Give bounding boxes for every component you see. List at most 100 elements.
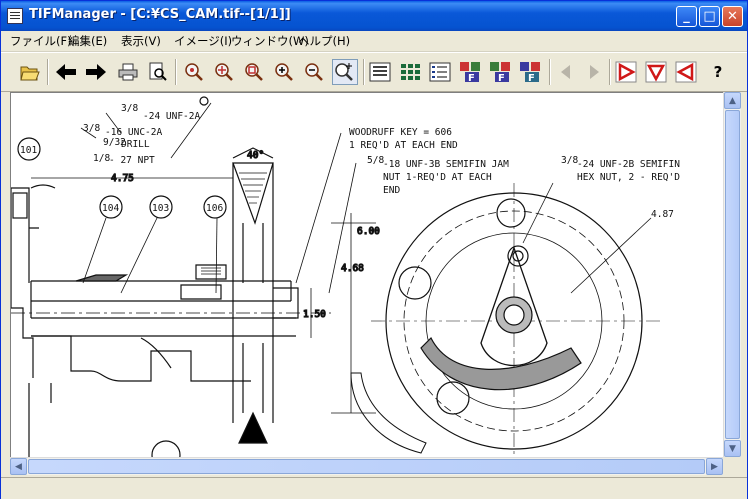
zoom-out-button[interactable] (301, 59, 327, 85)
zoom-in-icon (275, 63, 293, 81)
list-icon (429, 62, 451, 82)
woodruff-line-1: WOODRUFF KEY = 606 (349, 127, 452, 138)
file-blue-button[interactable]: F (517, 59, 543, 85)
npt-frac: 1/8 (93, 153, 110, 164)
next-button[interactable] (83, 59, 109, 85)
page-previous-button[interactable] (553, 59, 579, 85)
print-preview-icon (149, 62, 167, 81)
triangle-left-icon (561, 65, 570, 79)
close-button[interactable]: ✕ (722, 6, 743, 27)
image-canvas[interactable]: 40° 4.75 6.00 4.68 1.50 3/8 -24 UNF-2A 3… (10, 92, 724, 458)
vertical-scrollbar[interactable]: ▲ ▼ (723, 92, 741, 457)
file-green-icon: F (490, 62, 510, 83)
open-file-button[interactable] (17, 59, 43, 85)
maximize-button[interactable]: □ (699, 6, 720, 27)
rotate-left-icon (675, 61, 697, 83)
dim-468-label: 4.68 (341, 263, 364, 274)
balloon-104-label: 104 (102, 203, 119, 214)
zoom-crosshair-button[interactable] (211, 59, 237, 85)
arrow-left-icon (56, 64, 76, 80)
print-button[interactable] (115, 59, 141, 85)
zoom-in-button[interactable] (271, 59, 297, 85)
status-bar (1, 477, 747, 499)
window-title: TIFManager - [C:¥CS_CAM.tif--[1/1]] (29, 7, 291, 22)
maximize-icon: □ (703, 9, 716, 24)
rotate-right-icon (615, 61, 637, 83)
dim-487-label: 4.87 (651, 209, 674, 220)
menu-view[interactable]: 表示(V) (118, 33, 164, 49)
menu-edit[interactable]: 編集(E) (65, 33, 110, 49)
app-window: TIFManager - [C:¥CS_CAM.tif--[1/1]] _ □ … (0, 0, 748, 499)
minimize-button[interactable]: _ (676, 6, 697, 27)
balloon-106-label: 106 (206, 203, 223, 214)
toolbar: F F F ? (1, 52, 747, 92)
zoom-fit-button[interactable] (181, 59, 207, 85)
file-red-icon: F (460, 62, 480, 83)
menu-image[interactable]: イメージ(I) (171, 33, 235, 49)
cad-drawing: 40° 4.75 6.00 4.68 1.50 3/8 -24 UNF-2A 3… (11, 96, 680, 458)
flip-vertical-icon (645, 61, 667, 83)
svg-text:F: F (498, 73, 505, 83)
thread-frac-1: 3/8 (121, 103, 138, 114)
menu-bar: ファイル(F) 編集(E) 表示(V) イメージ(I) ウィンドウ(W) ヘルプ… (1, 31, 747, 52)
zoom-icon (185, 63, 203, 81)
zoom-tool-button[interactable] (332, 59, 358, 85)
scroll-left-arrow-icon[interactable]: ◀ (10, 458, 27, 475)
zoom-out-icon (305, 63, 323, 81)
previous-button[interactable] (53, 59, 79, 85)
zoom-area-icon (245, 63, 263, 81)
drill-label: DRILL (121, 139, 150, 150)
dim-475-label: 4.75 (111, 173, 134, 184)
dim-40-label: 40° (247, 150, 264, 161)
nut-line-2: NUT 1-REQ'D AT EACH (383, 172, 492, 183)
hex-line-1: -24 UNF-2B SEMIFIN (577, 159, 680, 170)
nut-line-3: END (383, 185, 400, 196)
npt-label: - 27 NPT (109, 155, 155, 166)
zoom-area-button[interactable] (241, 59, 267, 85)
menu-help[interactable]: ヘルプ(H) (295, 33, 353, 49)
rotate-left-button[interactable] (673, 59, 699, 85)
woodruff-line-2: 1 REQ'D AT EACH END (349, 140, 458, 151)
nut-frac: 5/8 (367, 155, 384, 166)
size-grip (723, 457, 740, 474)
thumbnails-icon (401, 64, 420, 80)
rotate-right-button[interactable] (613, 59, 639, 85)
scroll-up-arrow-icon[interactable]: ▲ (724, 92, 741, 109)
thread-label-1: -24 UNF-2A (143, 111, 200, 122)
vertical-scroll-thumb[interactable] (725, 110, 740, 439)
view-text-button[interactable] (367, 59, 393, 85)
flip-vertical-button[interactable] (643, 59, 669, 85)
view-list-button[interactable] (427, 59, 453, 85)
file-green-button[interactable]: F (487, 59, 513, 85)
zoom-tool-icon (335, 63, 353, 81)
horizontal-scroll-thumb[interactable] (28, 459, 705, 474)
arrow-right-icon (86, 64, 106, 80)
question-icon: ? (713, 63, 723, 81)
view-thumbnails-button[interactable] (397, 59, 423, 85)
folder-open-icon (20, 66, 40, 81)
thread-frac-2: 3/8 (83, 123, 100, 134)
scroll-right-arrow-icon[interactable]: ▶ (706, 458, 723, 475)
page-next-button[interactable] (581, 59, 607, 85)
balloon-101-label: 101 (20, 145, 37, 156)
svg-text:F: F (528, 73, 535, 83)
scroll-down-arrow-icon[interactable]: ▼ (724, 440, 741, 457)
help-button[interactable]: ? (705, 59, 731, 85)
printer-icon (118, 63, 138, 81)
minimize-icon: _ (683, 9, 690, 24)
file-blue-icon: F (520, 62, 540, 83)
zoom-crosshair-icon (215, 63, 233, 81)
horizontal-scrollbar[interactable]: ◀ ▶ (10, 457, 723, 475)
triangle-right-icon (590, 65, 599, 79)
svg-text:F: F (468, 73, 475, 83)
hex-line-2: HEX NUT, 2 - REQ'D (577, 172, 680, 183)
dim-600-label: 6.00 (357, 226, 380, 237)
nut-line-1: -18 UNF-3B SEMIFIN JAM (383, 159, 509, 170)
print-preview-button[interactable] (145, 59, 171, 85)
title-bar[interactable]: TIFManager - [C:¥CS_CAM.tif--[1/1]] _ □ … (1, 1, 747, 31)
balloon-103-label: 103 (152, 203, 169, 214)
dim-150-label: 1.50 (303, 309, 326, 320)
file-red-button[interactable]: F (457, 59, 483, 85)
text-lines-icon (369, 62, 391, 82)
app-icon[interactable] (7, 8, 23, 24)
